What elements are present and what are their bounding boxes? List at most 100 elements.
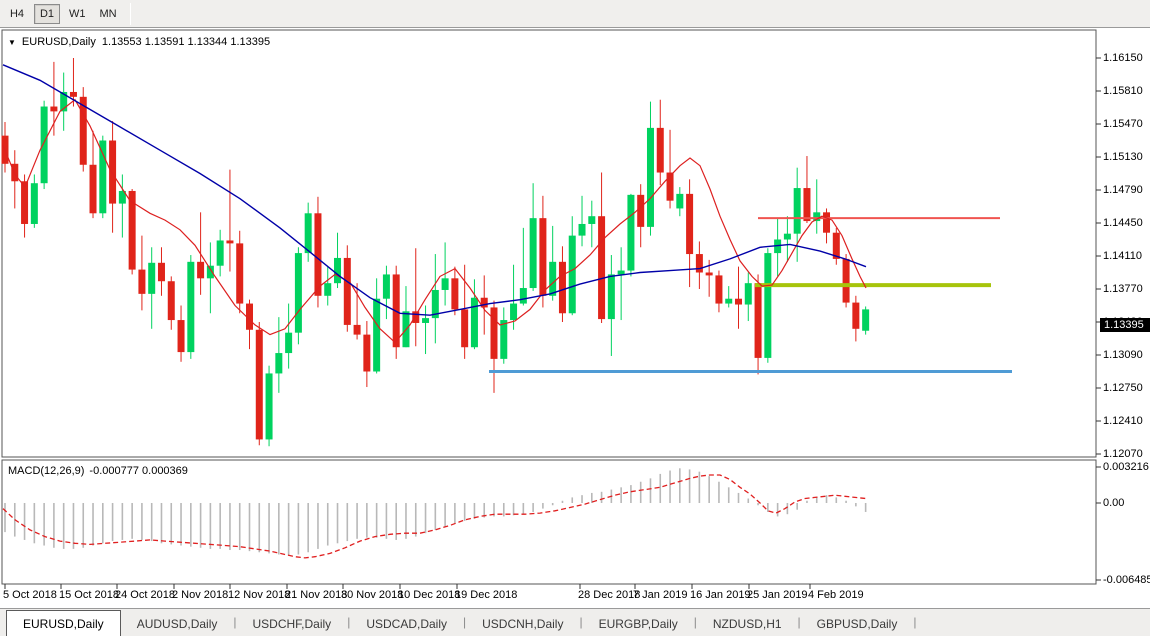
- candle-body: [852, 303, 859, 329]
- candle-body: [412, 311, 419, 323]
- candle-body: [745, 283, 752, 304]
- candle-body: [295, 253, 302, 333]
- chart-symbol-label: EURUSD,Daily: [22, 36, 96, 48]
- symbol-tab-nzdusd[interactable]: NZDUSD,H1: [697, 612, 798, 636]
- candle-body: [803, 188, 810, 221]
- candle-body: [363, 335, 370, 372]
- price-axis-label: 1.14790: [1103, 184, 1143, 196]
- candle-body: [637, 195, 644, 227]
- main-chart-frame: [2, 30, 1096, 457]
- candle-body: [823, 212, 830, 232]
- candle-body: [354, 325, 361, 335]
- current-price-tag: 1.13395: [1100, 318, 1150, 332]
- candle-body: [559, 262, 566, 313]
- price-axis-label: 1.12750: [1103, 382, 1143, 394]
- candle-body: [99, 141, 106, 214]
- date-axis-label: 7 Jan 2019: [633, 589, 687, 601]
- symbol-tab-gbpusd[interactable]: GBPUSD,Daily: [801, 612, 914, 636]
- candle-body: [90, 165, 97, 214]
- symbol-tab-eurusd[interactable]: EURUSD,Daily: [6, 610, 121, 636]
- candle-body: [569, 236, 576, 314]
- symbol-tab-usdcad[interactable]: USDCAD,Daily: [350, 612, 463, 636]
- candle-body: [324, 283, 331, 296]
- macd-frame: [2, 460, 1096, 584]
- candle-body: [256, 330, 263, 440]
- chart-ohlc-values: 1.13553 1.13591 1.13344 1.13395: [102, 36, 270, 48]
- symbol-tab-bar: EURUSD,DailyAUDUSD,Daily|USDCHF,Daily|US…: [0, 608, 1150, 636]
- price-axis-label: 1.14450: [1103, 217, 1143, 229]
- candle-body: [422, 318, 429, 323]
- candle-body: [588, 216, 595, 224]
- price-axis-label: 1.15810: [1103, 85, 1143, 97]
- candle-body: [706, 273, 713, 276]
- date-axis-label: 16 Jan 2019: [690, 589, 751, 601]
- price-axis-label: 1.14110: [1103, 250, 1142, 262]
- date-axis-label: 25 Jan 2019: [747, 589, 808, 601]
- candle-body: [598, 216, 605, 319]
- candle-body: [549, 262, 556, 296]
- candle-body: [539, 218, 546, 296]
- candle-body: [31, 183, 38, 224]
- date-axis-label: 19 Dec 2018: [455, 589, 517, 601]
- price-axis-label: 1.13770: [1103, 283, 1143, 295]
- candle-body: [168, 281, 175, 320]
- date-axis-label: 15 Oct 2018: [59, 589, 119, 601]
- candle-body: [764, 253, 771, 358]
- candle-body: [471, 298, 478, 348]
- date-axis-label: 4 Feb 2019: [808, 589, 864, 601]
- candle-body: [843, 259, 850, 303]
- candle-body: [21, 181, 28, 224]
- candle-body: [735, 299, 742, 305]
- candle-body: [794, 188, 801, 234]
- price-axis-label: 1.13090: [1103, 349, 1143, 361]
- candle-body: [50, 107, 57, 112]
- candle-body: [314, 213, 321, 296]
- macd-axis-label: 0.003216: [1103, 461, 1149, 473]
- macd-indicator-header: MACD(12,26,9) -0.000777 0.000369: [8, 465, 188, 477]
- candle-body: [217, 240, 224, 265]
- date-axis-label: 5 Oct 2018: [3, 589, 57, 601]
- candle-body: [530, 218, 537, 288]
- candle-body: [461, 309, 468, 347]
- candle-body: [608, 274, 615, 319]
- price-chart-canvas[interactable]: [0, 0, 1150, 636]
- candle-body: [627, 195, 634, 271]
- date-axis-label: 30 Nov 2018: [341, 589, 403, 601]
- candle-body: [510, 304, 517, 321]
- date-axis-label: 21 Nov 2018: [285, 589, 347, 601]
- symbol-tab-eurgbp[interactable]: EURGBP,Daily: [583, 612, 694, 636]
- candle-body: [373, 299, 380, 372]
- symbol-tab-usdcnh[interactable]: USDCNH,Daily: [466, 612, 579, 636]
- tab-separator: |: [913, 615, 916, 631]
- candle-body: [579, 224, 586, 236]
- candle-body: [657, 128, 664, 173]
- candle-body: [158, 263, 165, 281]
- date-axis-label: 2 Nov 2018: [172, 589, 228, 601]
- candle-body: [500, 320, 507, 359]
- candle-body: [451, 278, 458, 309]
- candle-body: [784, 234, 791, 240]
- terminal-window: H4D1W1MN ▼ EURUSD,Daily 1.13553 1.13591 …: [0, 0, 1150, 636]
- candle-body: [520, 288, 527, 304]
- symbol-tab-usdchf[interactable]: USDCHF,Daily: [237, 612, 348, 636]
- date-axis-label: 12 Nov 2018: [228, 589, 290, 601]
- candle-body: [226, 240, 233, 243]
- candle-body: [755, 283, 762, 358]
- candle-body: [285, 333, 292, 353]
- symbol-tab-audusd[interactable]: AUDUSD,Daily: [121, 612, 234, 636]
- candle-body: [41, 107, 48, 184]
- candle-body: [491, 307, 498, 358]
- candle-body: [109, 141, 116, 204]
- candle-body: [275, 353, 282, 373]
- price-axis-label: 1.12070: [1103, 448, 1143, 460]
- candle-body: [676, 194, 683, 209]
- candle-body: [187, 262, 194, 352]
- candle-body: [618, 271, 625, 275]
- macd-axis-label: 0.00: [1103, 497, 1124, 509]
- candle-body: [305, 213, 312, 253]
- candle-body: [178, 320, 185, 352]
- candle-body: [266, 373, 273, 439]
- candle-body: [138, 270, 145, 294]
- candle-body: [725, 299, 732, 304]
- chart-dropdown-icon[interactable]: ▼: [8, 38, 16, 47]
